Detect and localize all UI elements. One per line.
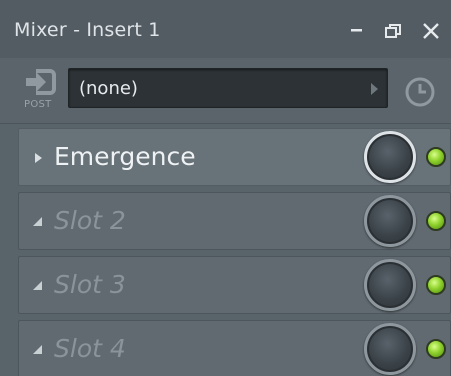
slot-label: Slot 3	[54, 270, 126, 299]
mix-knob[interactable]	[364, 195, 416, 247]
title-bar[interactable]: Mixer - Insert 1	[0, 0, 451, 58]
mix-knob[interactable]	[364, 259, 416, 311]
mix-knob[interactable]	[364, 323, 416, 375]
close-button[interactable]	[418, 18, 444, 44]
detach-button[interactable]	[380, 18, 406, 44]
slot-enable-led[interactable]	[426, 275, 446, 295]
mixer-insert-window: Mixer - Insert 1 POST (none) Emergence S…	[0, 0, 451, 376]
post-label: POST	[24, 99, 52, 110]
minimize-icon	[351, 29, 362, 32]
minimize-button[interactable]	[343, 18, 369, 44]
effect-slot-2[interactable]: Slot 2	[0, 190, 451, 254]
effect-slot-4[interactable]: Slot 4	[0, 318, 451, 376]
slot-label: Slot 2	[54, 206, 126, 235]
window-title: Mixer - Insert 1	[14, 19, 161, 41]
collapse-arrow-icon[interactable]	[32, 280, 44, 292]
slot-enable-led[interactable]	[426, 339, 446, 359]
effect-slot-1[interactable]: Emergence	[0, 126, 451, 190]
preset-value: (none)	[79, 78, 138, 99]
close-icon	[423, 23, 439, 39]
detach-icon	[385, 24, 401, 38]
history-button[interactable]	[403, 75, 437, 109]
slot-enable-led[interactable]	[426, 211, 446, 231]
mix-knob[interactable]	[364, 131, 416, 183]
collapse-arrow-icon[interactable]	[32, 344, 44, 356]
insert-selector-row: POST (none)	[0, 58, 451, 124]
slot-label: Emergence	[54, 142, 196, 171]
slot-enable-led[interactable]	[426, 147, 446, 167]
arrow-in-icon	[26, 69, 56, 95]
collapse-arrow-icon[interactable]	[32, 216, 44, 228]
slot-label: Slot 4	[54, 334, 126, 363]
effect-slot-3[interactable]: Slot 3	[0, 254, 451, 318]
expand-arrow-icon[interactable]	[32, 152, 44, 164]
clock-icon	[405, 77, 435, 107]
chevron-right-icon	[371, 83, 378, 95]
preset-select[interactable]: (none)	[68, 68, 388, 108]
